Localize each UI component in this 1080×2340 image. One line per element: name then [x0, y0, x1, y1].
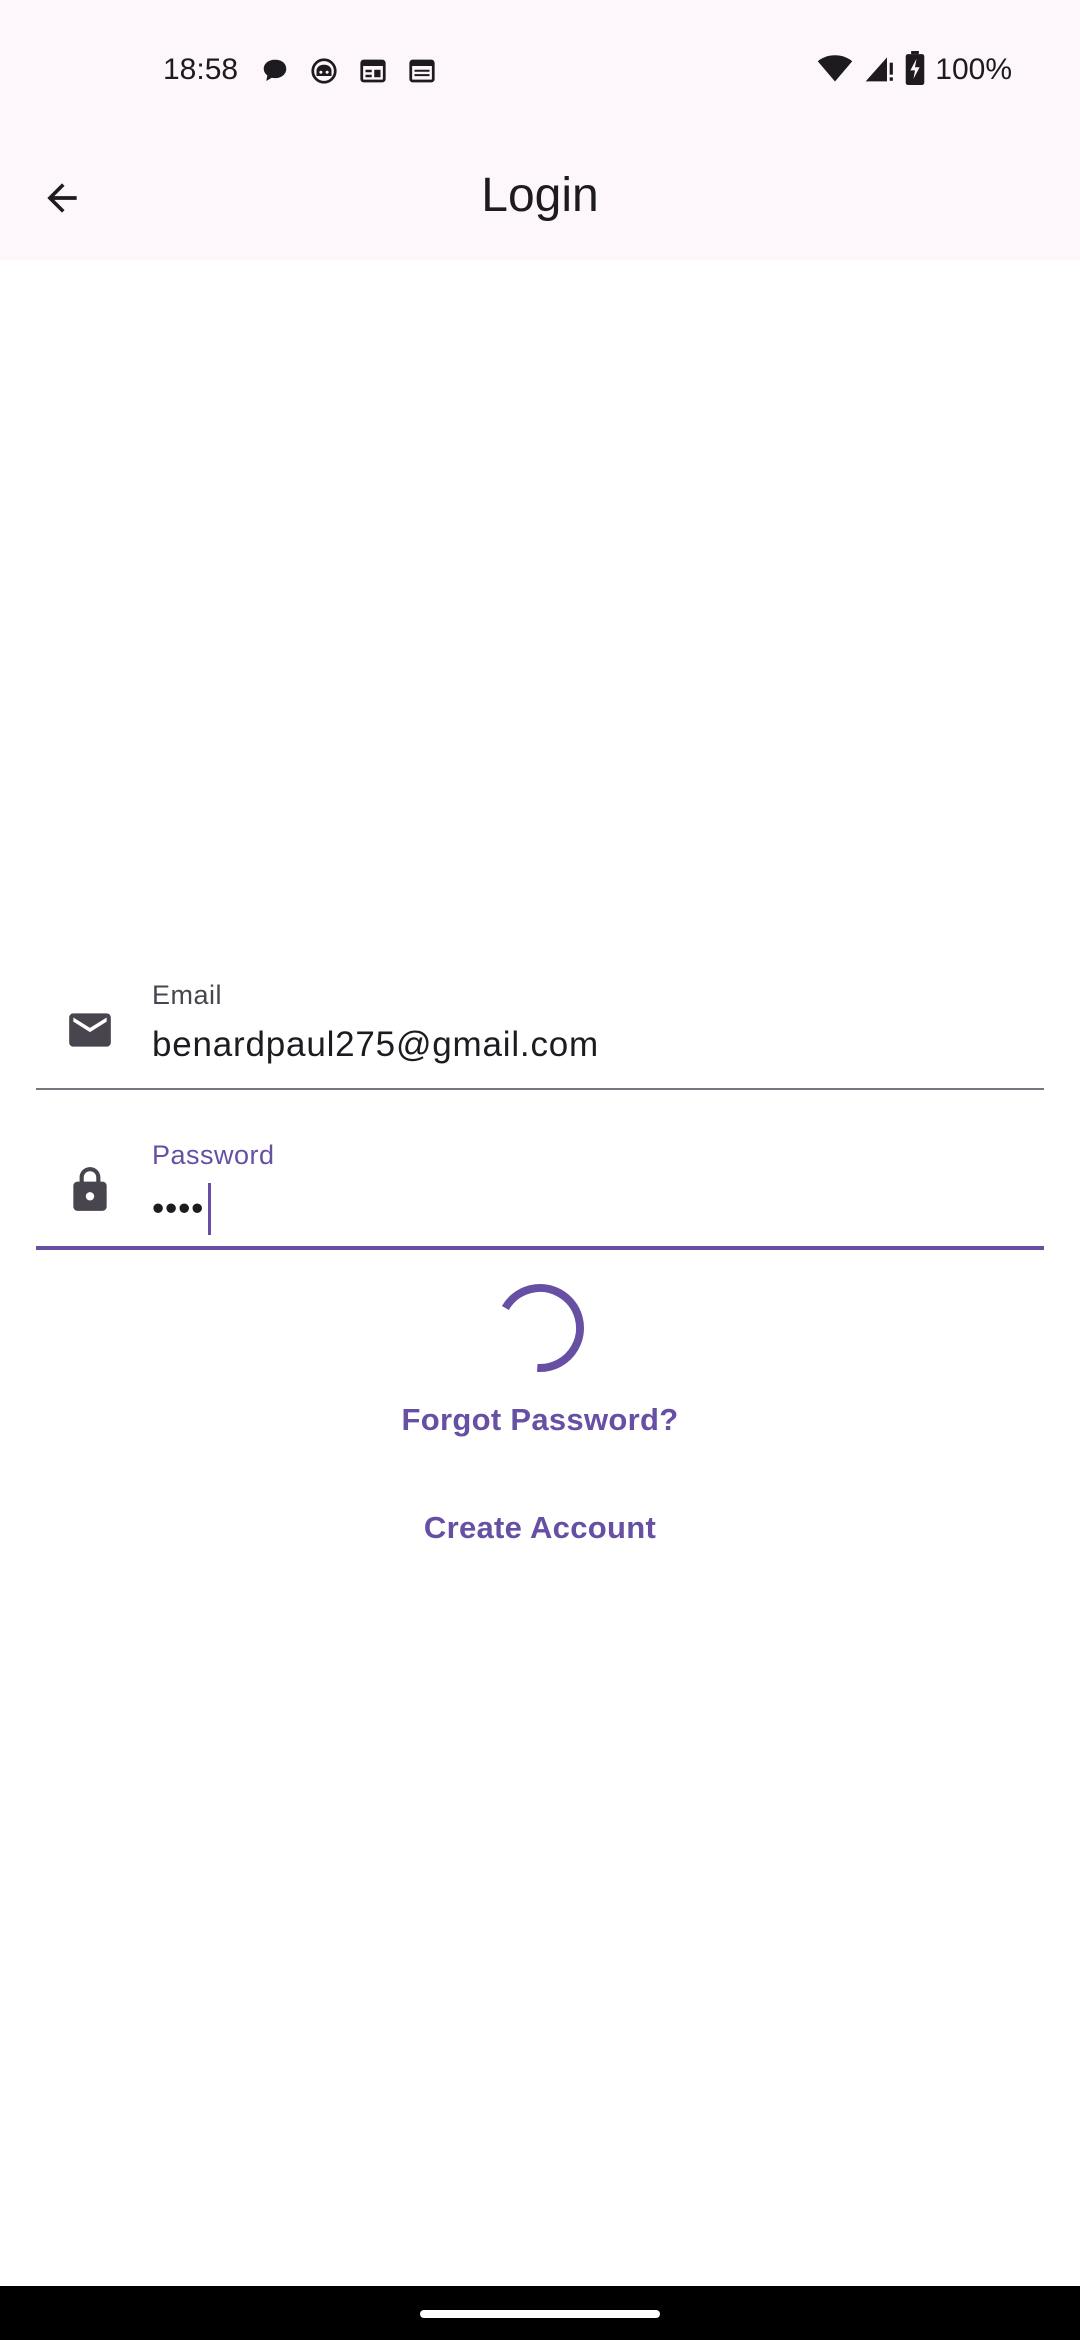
home-gesture-handle[interactable] — [420, 2310, 660, 2318]
email-input[interactable]: benardpaul275@gmail.com — [152, 1023, 599, 1067]
system-navigation-bar — [0, 2286, 1080, 2340]
email-field[interactable]: Email benardpaul275@gmail.com — [36, 960, 1044, 1090]
battery-charging-icon — [905, 50, 925, 90]
calendar-icon — [405, 54, 438, 87]
password-value: •••• — [152, 1189, 205, 1228]
loading-spinner — [494, 1282, 586, 1374]
status-right: 100% — [817, 50, 1012, 90]
wifi-icon — [817, 52, 853, 89]
password-underline — [36, 1246, 1044, 1250]
mail-icon — [64, 1004, 116, 1056]
battery-percent: 100% — [935, 53, 1012, 86]
lock-icon — [64, 1164, 116, 1216]
email-label: Email — [152, 980, 223, 1010]
cell-signal-icon — [863, 52, 895, 89]
create-account-link[interactable]: Create Account — [0, 1508, 1080, 1548]
status-bar: 18:58 100% — [0, 0, 1080, 140]
status-time: 18:58 — [163, 53, 239, 86]
app-bar: Login — [0, 140, 1080, 260]
email-underline — [36, 1088, 1044, 1090]
password-input[interactable]: •••• — [152, 1183, 212, 1235]
password-label: Password — [152, 1140, 275, 1170]
top-bar-background: 18:58 100% Login — [0, 0, 1080, 260]
notification-icons — [258, 54, 438, 87]
robot-face-icon — [307, 54, 340, 87]
page-title: Login — [481, 169, 599, 222]
text-caret — [208, 1183, 212, 1235]
chat-bubble-icon — [258, 54, 291, 87]
forgot-password-link[interactable]: Forgot Password? — [0, 1400, 1080, 1440]
password-field[interactable]: Password •••• — [36, 1120, 1044, 1250]
login-screen: 18:58 100% Login Email benardpaul275@gma… — [0, 0, 1080, 2340]
calendar-icon — [356, 54, 389, 87]
